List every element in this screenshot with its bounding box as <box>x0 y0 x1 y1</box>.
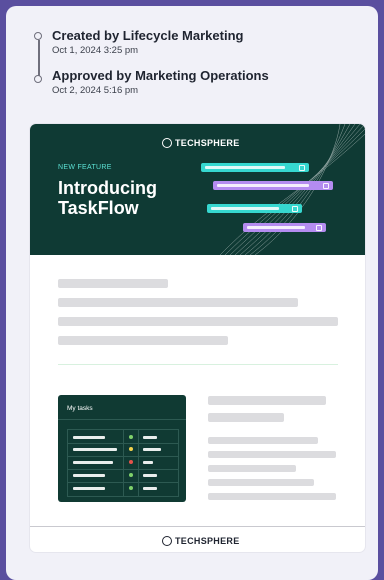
placeholder-heading <box>208 413 284 422</box>
placeholder-text-line <box>208 451 336 458</box>
hero-task-bar <box>207 204 302 213</box>
tasks-card-divider <box>58 419 186 420</box>
task-status-dot <box>129 460 133 464</box>
placeholder-text-line <box>58 317 338 326</box>
activity-title: Created by Lifecycle Marketing <box>52 28 244 43</box>
task-row <box>68 469 178 481</box>
footer-brand-name: TECHSPHERE <box>175 536 240 546</box>
hero-headline-line: Introducing <box>58 178 157 198</box>
task-status-dot <box>129 447 133 451</box>
task-row <box>68 482 178 494</box>
task-row <box>68 456 178 468</box>
placeholder-text-line <box>208 479 314 486</box>
placeholder-text-line <box>58 336 228 345</box>
placeholder-text-line <box>58 298 298 307</box>
footer-divider <box>30 526 365 527</box>
footer-brand-logo: TECHSPHERE <box>162 536 240 546</box>
techsphere-logo-icon <box>162 536 172 546</box>
approval-panel: Created by Lifecycle Marketing Oct 1, 20… <box>6 6 378 580</box>
hero-task-bar <box>201 163 309 172</box>
hero-headline: Introducing TaskFlow <box>58 178 198 218</box>
tasks-card-image: My tasks <box>58 395 186 502</box>
activity-title: Approved by Marketing Operations <box>52 68 269 83</box>
activity-item-approved: Approved by Marketing Operations Oct 2, … <box>52 68 269 97</box>
email-preview[interactable]: TECHSPHERE NEW FEATURE Introducing TaskF… <box>30 124 365 552</box>
timeline-connector <box>38 40 40 78</box>
task-status-dot <box>129 435 133 439</box>
placeholder-heading <box>208 396 326 405</box>
section-divider <box>58 364 338 365</box>
task-row <box>68 432 178 443</box>
placeholder-text-line <box>208 437 318 444</box>
task-row <box>68 443 178 455</box>
techsphere-logo-icon <box>162 138 172 148</box>
task-status-dot <box>129 473 133 477</box>
email-hero-banner: TECHSPHERE NEW FEATURE Introducing TaskF… <box>30 124 365 255</box>
timeline-node-icon <box>34 75 42 83</box>
placeholder-heading <box>58 279 168 288</box>
activity-timestamp: Oct 2, 2024 5:16 pm <box>52 85 139 96</box>
timeline-node-icon <box>34 32 42 40</box>
tasks-card-title: My tasks <box>67 405 93 412</box>
activity-timeline: Created by Lifecycle Marketing Oct 1, 20… <box>32 28 362 118</box>
hero-task-bar <box>213 181 333 190</box>
task-status-dot <box>129 486 133 490</box>
tasks-table <box>67 429 179 497</box>
hero-kicker: NEW FEATURE <box>58 164 112 171</box>
activity-item-created: Created by Lifecycle Marketing Oct 1, 20… <box>52 28 243 57</box>
placeholder-text-line <box>208 493 336 500</box>
activity-timestamp: Oct 1, 2024 3:25 pm <box>52 45 139 56</box>
hero-headline-line: TaskFlow <box>58 198 139 218</box>
placeholder-text-line <box>208 465 296 472</box>
hero-task-bar <box>243 223 326 232</box>
